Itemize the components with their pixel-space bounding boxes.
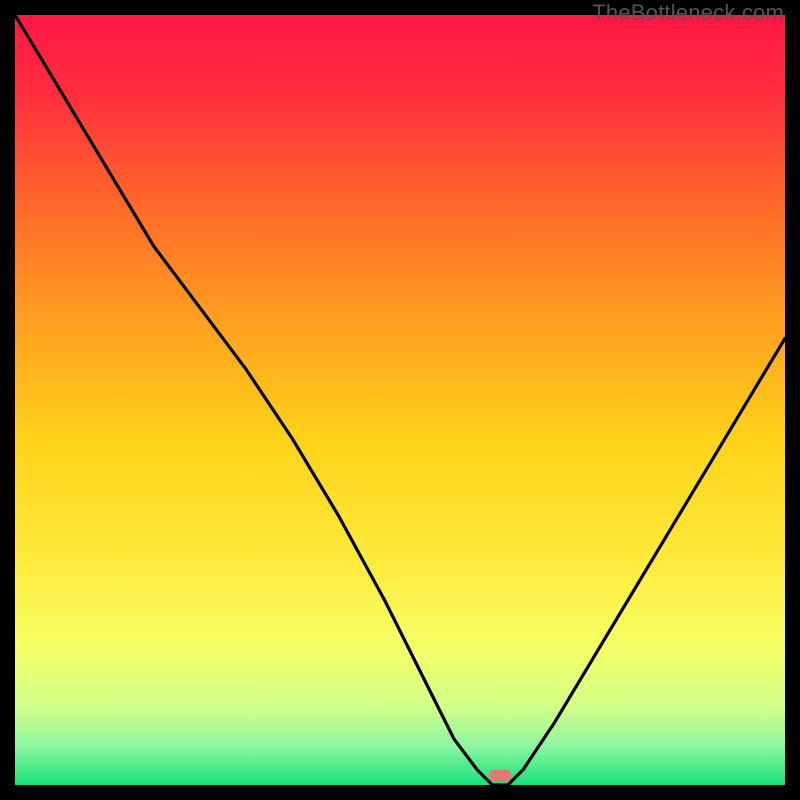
plot-area [15, 15, 785, 785]
chart-frame: TheBottleneck.com [0, 0, 800, 800]
optimum-marker [489, 770, 511, 782]
watermark-text: TheBottleneck.com [592, 0, 784, 26]
gradient-background [15, 15, 785, 785]
chart-svg [15, 15, 785, 785]
